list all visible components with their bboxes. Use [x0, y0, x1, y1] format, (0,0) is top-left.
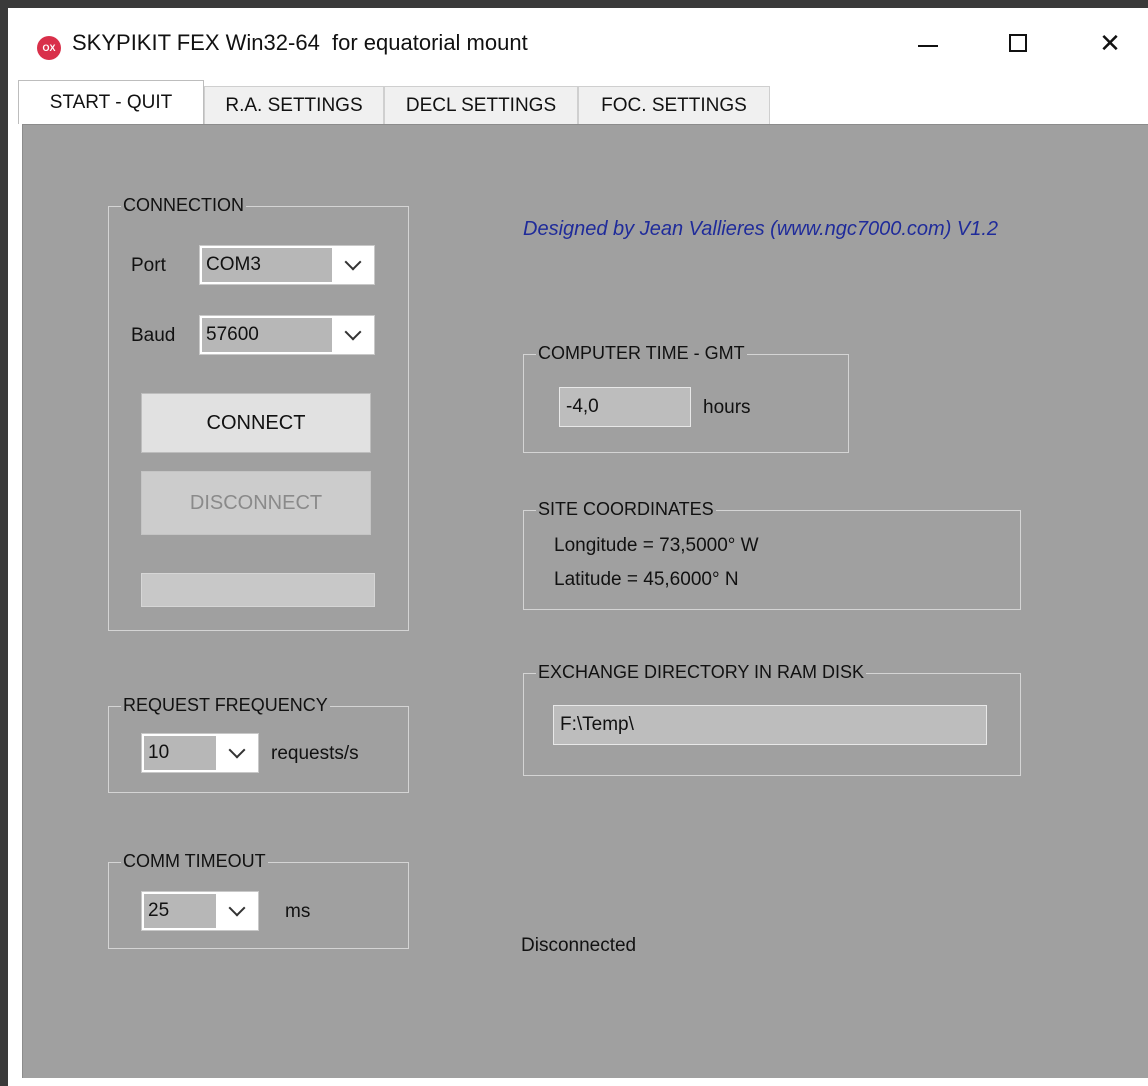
minimize-icon	[918, 45, 938, 47]
maximize-button[interactable]	[988, 20, 1048, 66]
tab-start-quit[interactable]: START - QUIT	[18, 80, 204, 124]
app-icon: OX	[37, 36, 61, 60]
minimize-button[interactable]	[898, 20, 958, 66]
baud-select[interactable]: 57600	[199, 315, 375, 355]
request-frequency-value: 10	[144, 736, 216, 770]
disconnect-button: DISCONNECT	[141, 471, 371, 535]
tab-ra-settings[interactable]: R.A. SETTINGS	[204, 86, 384, 124]
window-title: SKYPIKIT FEX Win32-64 for equatorial mou…	[72, 30, 528, 55]
port-select[interactable]: COM3	[199, 245, 375, 285]
request-frequency-select[interactable]: 10	[141, 733, 259, 773]
gmt-offset-unit: hours	[703, 397, 751, 418]
tab-decl-settings[interactable]: DECL SETTINGS	[384, 86, 578, 124]
gmt-offset-input[interactable]: -4,0	[559, 387, 691, 427]
tab-strip: START - QUIT R.A. SETTINGS DECL SETTINGS…	[18, 80, 778, 124]
exchange-directory-input[interactable]: F:\Temp\	[553, 705, 987, 745]
comm-timeout-group-label: COMM TIMEOUT	[121, 851, 268, 872]
baud-value: 57600	[202, 318, 332, 352]
connection-group-label: CONNECTION	[121, 195, 246, 216]
comm-timeout-value: 25	[144, 894, 216, 928]
port-value: COM3	[202, 248, 332, 282]
chevron-down-icon[interactable]	[336, 246, 370, 284]
exchange-directory-group-label: EXCHANGE DIRECTORY IN RAM DISK	[536, 662, 867, 683]
start-quit-panel: CONNECTION Port COM3 Baud 57600 CONNECT …	[22, 124, 1148, 1078]
site-coordinates-group-label: SITE COORDINATES	[536, 499, 716, 520]
request-frequency-group-label: REQUEST FREQUENCY	[121, 695, 330, 716]
site-coordinates-group: SITE COORDINATES	[523, 499, 1021, 610]
computer-time-group-label: COMPUTER TIME - GMT	[536, 343, 747, 364]
designer-credit: Designed by Jean Vallieres (www.ngc7000.…	[523, 218, 999, 240]
connection-status: Disconnected	[521, 935, 637, 956]
chevron-down-icon[interactable]	[220, 892, 254, 930]
maximize-icon	[1009, 34, 1027, 52]
tab-foc-settings[interactable]: FOC. SETTINGS	[578, 86, 770, 124]
app-window: OX SKYPIKIT FEX Win32-64 for equatorial …	[8, 8, 1148, 1086]
port-label: Port	[131, 255, 166, 276]
chevron-down-icon[interactable]	[220, 734, 254, 772]
close-button[interactable]: ✕	[1080, 20, 1140, 66]
longitude-text: Longitude = 73,5000° W	[554, 535, 759, 556]
latitude-text: Latitude = 45,6000° N	[554, 569, 739, 590]
baud-label: Baud	[131, 325, 176, 346]
connection-progress-bar	[141, 573, 375, 607]
request-frequency-unit: requests/s	[271, 743, 359, 764]
comm-timeout-select[interactable]: 25	[141, 891, 259, 931]
chevron-down-icon[interactable]	[336, 316, 370, 354]
close-icon: ✕	[1099, 27, 1121, 58]
title-bar[interactable]: OX SKYPIKIT FEX Win32-64 for equatorial …	[8, 8, 1148, 80]
connect-button[interactable]: CONNECT	[141, 393, 371, 453]
comm-timeout-unit: ms	[285, 901, 311, 922]
